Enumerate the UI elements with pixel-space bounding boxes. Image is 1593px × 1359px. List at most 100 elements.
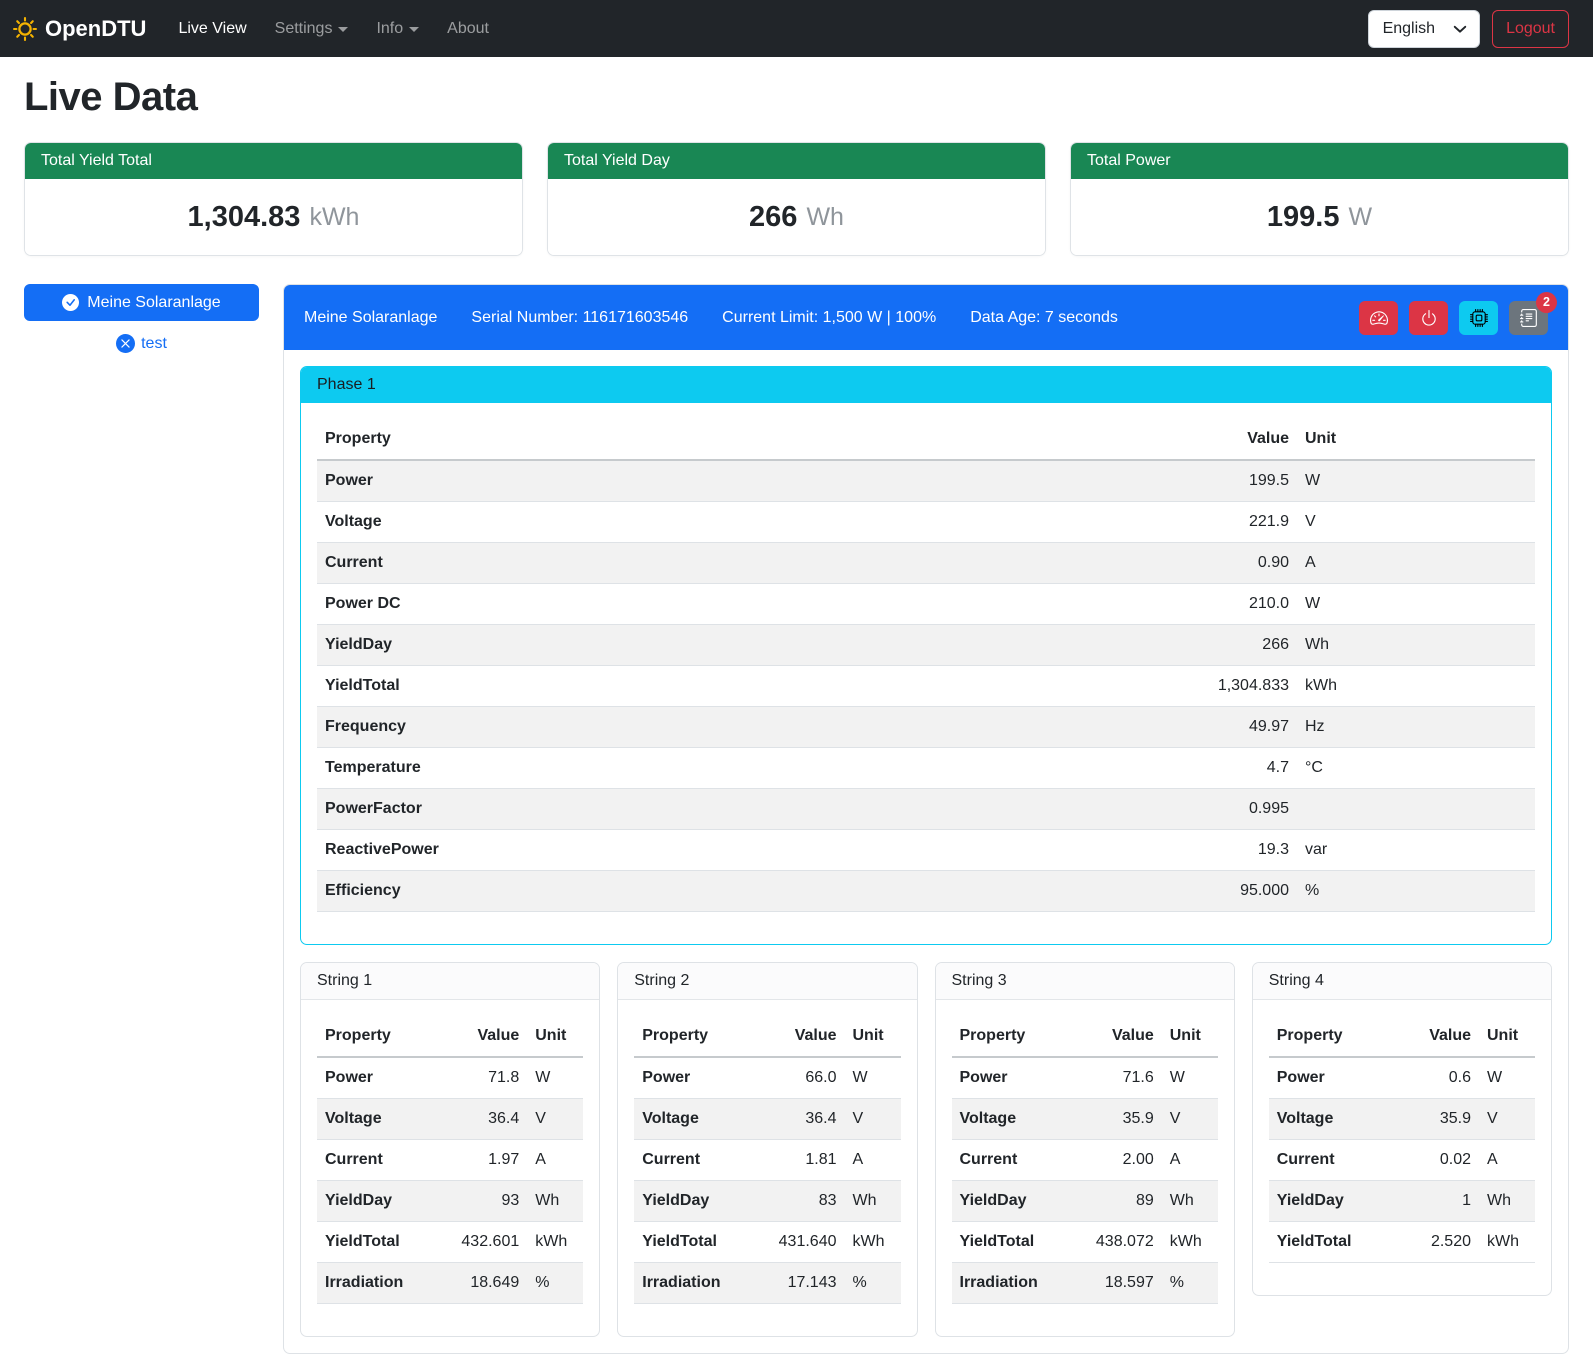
card-title: Total Yield Day [548,143,1045,179]
column-unit: Unit [527,1016,583,1057]
unit-cell: Wh [527,1181,583,1222]
property-cell: YieldDay [634,1181,752,1222]
unit-cell: % [1162,1263,1218,1304]
language-value: English [1383,20,1435,38]
value-cell: 36.4 [435,1099,527,1140]
table-row: Power199.5W [317,460,1535,502]
inverter-serial: Serial Number: 116171603546 [471,309,688,327]
string-card-2: String 2 Property Value Unit [617,962,917,1337]
inverter-sidebar: Meine Solaranlage test [24,284,259,353]
sun-icon [13,17,37,41]
table-row: Current2.00A [952,1140,1218,1181]
unit-cell: kWh [1162,1222,1218,1263]
property-cell: Irradiation [634,1263,752,1304]
check-circle-icon [62,294,79,311]
phase-card: Phase 1 Property Value Unit P [300,366,1552,945]
nav-item-about[interactable]: About [433,12,503,46]
nav-item-info[interactable]: Info [362,12,433,46]
unit-cell: W [1162,1057,1218,1099]
value-cell: 0.90 [1185,543,1297,584]
unit-cell: V [1162,1099,1218,1140]
device-info-button[interactable] [1459,301,1498,335]
brand-logo[interactable]: OpenDTU [13,16,146,42]
unit-cell: W [1479,1057,1535,1099]
table-row: Voltage35.9V [952,1099,1218,1140]
journal-text-icon [1520,309,1538,327]
table-row: Power66.0W [634,1057,900,1099]
column-value: Value [435,1016,527,1057]
string-card-1: String 1 Property Value Unit [300,962,600,1337]
chevron-down-icon [409,27,419,32]
card-unit: W [1348,203,1372,232]
table-row: YieldTotal438.072kWh [952,1222,1218,1263]
logout-button[interactable]: Logout [1492,10,1569,48]
property-cell: Frequency [317,707,1185,748]
unit-cell: A [1162,1140,1218,1181]
chevron-down-icon [338,27,348,32]
value-cell: 2.00 [1070,1140,1162,1181]
nav-item-settings[interactable]: Settings [261,12,363,46]
table-row: Voltage35.9V [1269,1099,1535,1140]
limit-settings-button[interactable] [1359,301,1398,335]
table-row: YieldDay93Wh [317,1181,583,1222]
property-cell: Power [1269,1057,1387,1099]
table-row: Current1.97A [317,1140,583,1181]
string-card-title: String 1 [301,963,599,1000]
unit-cell: kWh [1297,666,1535,707]
table-row: Current1.81A [634,1140,900,1181]
value-cell: 18.649 [435,1263,527,1304]
power-button[interactable] [1409,301,1448,335]
value-cell: 19.3 [1185,830,1297,871]
column-property: Property [1269,1016,1387,1057]
unit-cell: W [845,1057,901,1099]
table-row: ReactivePower19.3var [317,830,1535,871]
language-select[interactable]: English [1368,10,1480,48]
value-cell: 71.8 [435,1057,527,1099]
inverter-item-label: test [141,335,167,353]
property-cell: Current [952,1140,1070,1181]
value-cell: 1.81 [753,1140,845,1181]
table-row: Irradiation17.143% [634,1263,900,1304]
table-header-row: Property Value Unit [317,419,1535,460]
property-cell: PowerFactor [317,789,1185,830]
table-header-row: Property Value Unit [1269,1016,1535,1057]
value-cell: 1,304.833 [1185,666,1297,707]
column-value: Value [1070,1016,1162,1057]
string-card-title: String 2 [618,963,916,1000]
inverter-selected-button[interactable]: Meine Solaranlage [24,284,259,321]
property-cell: Voltage [317,1099,435,1140]
unit-cell: A [845,1140,901,1181]
table-row: PowerFactor0.995 [317,789,1535,830]
event-log-button[interactable]: 2 [1509,301,1548,335]
value-cell: 431.640 [753,1222,845,1263]
string-card-3: String 3 Property Value Unit [935,962,1235,1337]
card-title: Total Yield Total [25,143,522,179]
column-unit: Unit [1162,1016,1218,1057]
property-cell: Power [634,1057,752,1099]
brand-name: OpenDTU [45,16,146,42]
column-value: Value [1185,419,1297,460]
value-cell: 17.143 [753,1263,845,1304]
property-cell: Voltage [317,502,1185,543]
table-row: YieldDay266Wh [317,625,1535,666]
inverter-name: Meine Solaranlage [304,309,437,327]
string-card-4: String 4 Property Value Unit [1252,962,1552,1296]
table-row: YieldDay89Wh [952,1181,1218,1222]
inverter-item-test[interactable]: test [24,334,259,353]
nav-item-live-view[interactable]: Live View [164,12,260,46]
value-cell: 210.0 [1185,584,1297,625]
property-cell: Irradiation [317,1263,435,1304]
card-total-power: Total Power 199.5 W [1070,142,1569,256]
unit-cell: var [1297,830,1535,871]
unit-cell: A [1297,543,1535,584]
unit-cell: V [527,1099,583,1140]
column-unit: Unit [845,1016,901,1057]
table-header-row: Property Value Unit [317,1016,583,1057]
table-row: Power DC210.0W [317,584,1535,625]
phase-card-title: Phase 1 [301,367,1551,403]
property-cell: YieldDay [317,1181,435,1222]
unit-cell: Wh [1162,1181,1218,1222]
power-icon [1420,309,1438,327]
value-cell: 35.9 [1387,1099,1479,1140]
nav-menu: Live View Settings Info About [164,12,503,46]
